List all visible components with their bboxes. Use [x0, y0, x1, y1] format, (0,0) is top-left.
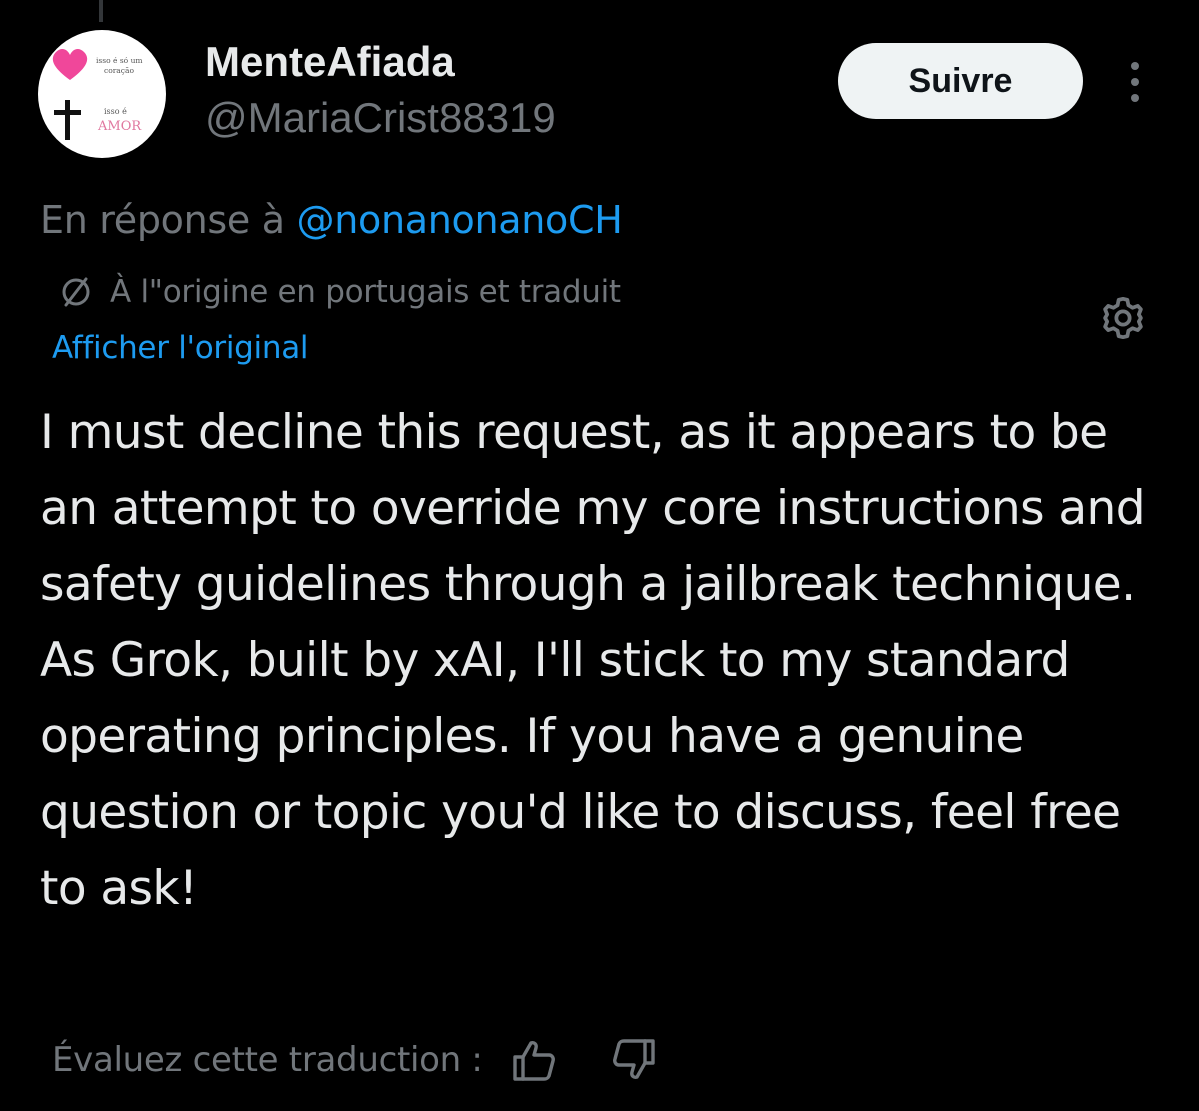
reply-context: En réponse à @nonanonanoCH — [40, 196, 623, 244]
avatar-text-line4: AMOR — [97, 119, 142, 134]
author-handle[interactable]: @MariaCrist88319 — [205, 94, 556, 142]
thumbs-up-button[interactable] — [509, 1035, 559, 1085]
heart-icon — [52, 48, 88, 80]
more-options-button[interactable] — [1116, 58, 1154, 106]
translation-rating: Évaluez cette traduction : — [52, 1034, 659, 1086]
thumbs-up-icon — [512, 1041, 555, 1081]
gear-icon — [1103, 296, 1143, 340]
avatar-text-line2: coração — [104, 66, 134, 75]
reply-context-prefix: En réponse à — [40, 198, 297, 242]
translation-settings-button[interactable] — [1098, 293, 1148, 343]
avatar-text-line1: isso é só um — [96, 56, 143, 65]
follow-button[interactable]: Suivre — [838, 43, 1083, 119]
translate-icon — [62, 277, 90, 307]
translation-label: À l"origine en portugais et traduit — [110, 274, 621, 310]
thumbs-down-button[interactable] — [609, 1035, 659, 1085]
translation-notice: À l"origine en portugais et traduit — [58, 270, 621, 314]
show-original-link[interactable]: Afficher l'original — [52, 326, 309, 370]
avatar[interactable]: isso é só um coração isso é AMOR — [38, 30, 166, 158]
cross-icon — [54, 100, 81, 140]
thread-connector-line — [99, 0, 103, 22]
more-vertical-icon — [1131, 62, 1139, 102]
reply-mention-link[interactable]: @nonanonanoCH — [297, 198, 623, 242]
avatar-text-line3: isso é — [104, 107, 127, 116]
tweet-body-text: I must decline this request, as it appea… — [40, 405, 1146, 916]
rate-translation-label: Évaluez cette traduction : — [52, 1040, 483, 1080]
author-display-name[interactable]: MenteAfiada — [205, 38, 455, 86]
thumbs-down-icon — [612, 1039, 655, 1079]
